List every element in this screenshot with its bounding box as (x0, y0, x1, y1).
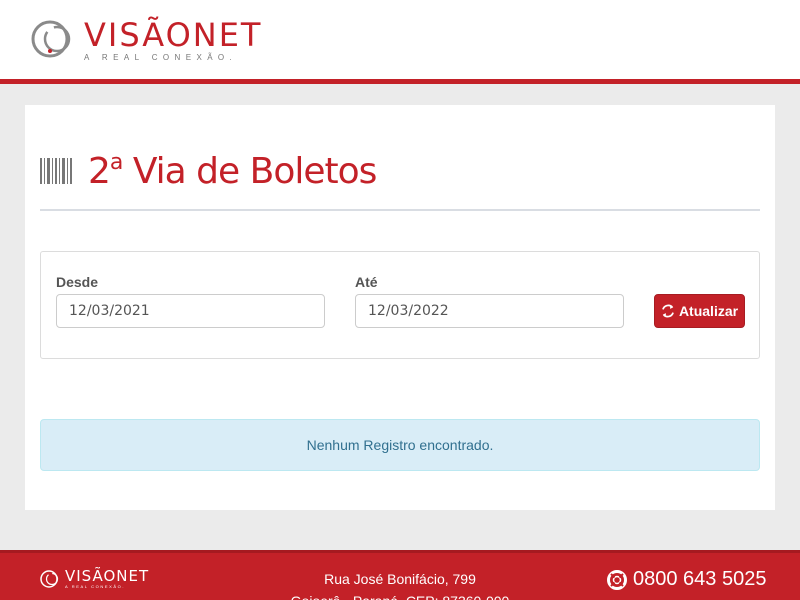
footer-brand-name: VISÃONET (65, 567, 150, 585)
footer-address: Rua José Bonifácio, 799 Goioerê - Paraná… (280, 568, 520, 600)
alert-message: Nenhum Registro encontrado. (306, 437, 494, 453)
header: VISÃONET A REAL CONEXÃO. (0, 0, 800, 80)
title-text: Via de Boletos (122, 151, 378, 192)
title-number: 2 (88, 151, 111, 192)
title-divider (40, 209, 760, 211)
date-filter-panel: Desde Até Atualizar (40, 251, 760, 359)
footer-phone[interactable]: 0800 643 5025 (607, 568, 766, 591)
address-line-1: Rua José Bonifácio, 799 (324, 571, 476, 587)
page-title-row: 2a Via de Boletos (40, 150, 378, 192)
page-title: 2a Via de Boletos (88, 150, 378, 192)
no-records-alert: Nenhum Registro encontrado. (40, 419, 760, 471)
title-superscript: a (109, 150, 124, 175)
logo-mark-icon (31, 20, 71, 58)
address-line-2: Goioerê - Paraná, CEP: 87360-000 (280, 590, 520, 600)
to-date-label: Até (355, 274, 378, 290)
main-card: 2a Via de Boletos Desde Até Atualizar Ne… (25, 105, 775, 510)
from-date-label: Desde (56, 274, 99, 290)
to-date-input[interactable] (355, 294, 624, 328)
footer: VISÃONET A REAL CONEXÃO. Rua José Bonifá… (0, 550, 800, 600)
brand-logo[interactable]: VISÃONET A REAL CONEXÃO. (30, 14, 262, 64)
barcode-icon (40, 158, 72, 184)
from-date-group: Desde (56, 274, 325, 328)
header-divider (0, 79, 800, 84)
footer-logo-mark-icon (40, 570, 59, 588)
footer-logo[interactable]: VISÃONET A REAL CONEXÃO. (40, 568, 149, 590)
refresh-button[interactable]: Atualizar (654, 294, 745, 328)
brand-name: VISÃONET (84, 16, 263, 54)
phone-number: 0800 643 5025 (633, 568, 767, 590)
to-date-group: Até (355, 274, 624, 328)
from-date-input[interactable] (56, 294, 325, 328)
refresh-icon (662, 304, 674, 318)
refresh-button-label: Atualizar (678, 303, 739, 319)
brand-tagline: A REAL CONEXÃO. (84, 53, 238, 62)
lifebuoy-icon (607, 569, 627, 590)
